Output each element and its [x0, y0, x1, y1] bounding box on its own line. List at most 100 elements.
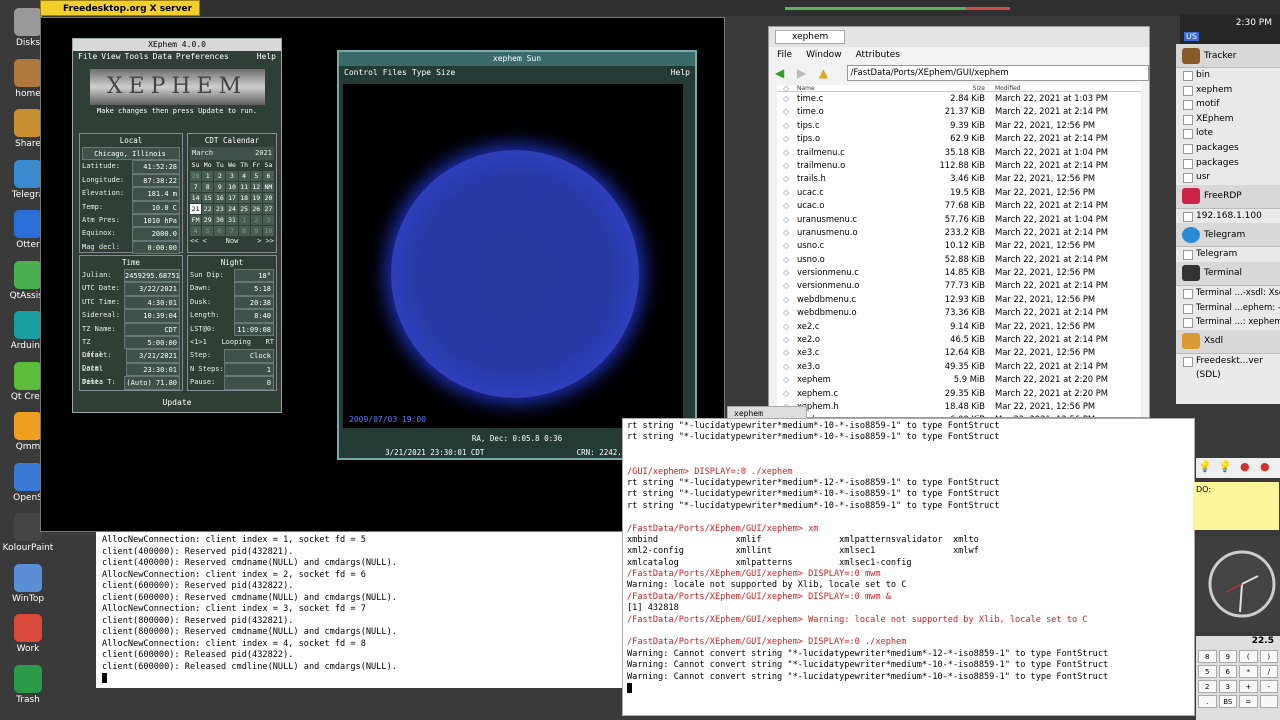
desktop-icon-wintop[interactable]: WinTop [2, 563, 54, 604]
calc-key[interactable]: . [1198, 695, 1217, 708]
calendar-day[interactable]: 18 [238, 193, 250, 204]
pause-field[interactable]: 0 [224, 376, 274, 390]
desktop-icon-trash[interactable]: Trash [2, 664, 54, 705]
calendar-day[interactable]: 27 [262, 204, 274, 215]
calendar-day[interactable]: 5 [202, 226, 214, 237]
bulb-icon[interactable]: 💡 [1218, 460, 1232, 473]
calc-key[interactable]: ( [1239, 650, 1258, 663]
file-row[interactable]: xephem.c 29.35 KiB March 22, 2021 at 2:20 … [777, 387, 1141, 401]
sun-menu-help[interactable]: Help [671, 66, 690, 80]
field-value[interactable]: 181.4 m [132, 187, 180, 201]
field-value[interactable]: (Auto) 71.80 [124, 376, 180, 390]
calendar-day[interactable]: 30 [214, 215, 226, 226]
terminal-tab[interactable]: xephem [727, 406, 807, 419]
file-row[interactable]: uranusmenu.c 57.76 KiB March 22, 2021 at 1… [777, 213, 1141, 227]
calc-key[interactable]: 3 [1218, 680, 1237, 693]
calendar-day[interactable]: 9 [250, 226, 262, 237]
xephem-menu-data[interactable]: Data [153, 51, 172, 63]
calendar-day[interactable]: 6 [214, 226, 226, 237]
field-value[interactable]: 2000.0 [132, 227, 180, 241]
calendar-day[interactable]: 8 [202, 182, 214, 193]
calc-key[interactable]: 2 [1198, 680, 1217, 693]
calendar-day[interactable]: 15 [202, 193, 214, 204]
sticky-notes[interactable]: DO: [1193, 482, 1279, 530]
calendar-day[interactable]: 29 [202, 215, 214, 226]
calendar-day[interactable]: 25 [238, 204, 250, 215]
file-row[interactable]: xe2.o 46.5 KiB March 22, 2021 at 2:14 PM [777, 333, 1141, 347]
prev-year-button[interactable]: << < [190, 237, 207, 245]
field-value[interactable]: 3/21/2021 [126, 349, 180, 363]
record-icon[interactable]: ● [1240, 460, 1250, 473]
tracker-launcher[interactable]: Tracker [1176, 44, 1280, 68]
calc-key[interactable]: + [1239, 680, 1258, 693]
back-arrow-icon[interactable]: ◀ [775, 67, 789, 79]
file-row[interactable]: trailmenu.o 112.88 KiB March 22, 2021 at 2… [777, 159, 1141, 173]
calc-key[interactable]: ) [1259, 650, 1278, 663]
fm-tab[interactable]: xephem [775, 30, 846, 44]
dock-folder-item[interactable]: lote [1176, 126, 1280, 141]
dock-terminal-item[interactable]: Terminal ...ephem: -- [1176, 301, 1280, 316]
calendar-day[interactable]: 10 [262, 226, 274, 237]
dock-folder-item[interactable]: motif [1176, 97, 1280, 112]
calendar-day[interactable]: 3 [262, 215, 274, 226]
sun-menu-size[interactable]: Size [436, 66, 455, 80]
calc-key[interactable]: 9 [1218, 650, 1237, 663]
field-value[interactable]: 10:39:04 [124, 309, 180, 323]
file-row[interactable]: ucac.c 19.5 KiB Mar 22, 2021, 12:56 PM [777, 186, 1141, 200]
calendar-day[interactable]: 21 [190, 204, 202, 215]
volume-slider[interactable] [785, 7, 965, 10]
calendar-day[interactable]: 10 [226, 182, 238, 193]
clock[interactable]: 2:30 PM [1236, 18, 1272, 28]
field-value[interactable]: 2459295.68751 [124, 269, 180, 283]
field-value[interactable]: 41:52:28 [132, 160, 180, 174]
field-value[interactable]: 20:38 [234, 295, 274, 310]
field-value[interactable]: 5:18 [234, 282, 274, 296]
calendar-day[interactable]: FM [190, 215, 202, 226]
calendar-day[interactable]: 2 [214, 171, 226, 182]
xserver-taskbar-button[interactable]: Freedesktop.org X server (SDL) [40, 0, 200, 30]
calendar-day[interactable]: 22 [202, 204, 214, 215]
calc-key[interactable]: BS [1218, 695, 1237, 708]
file-row[interactable]: uranusmenu.o 233.2 KiB March 22, 2021 at 2… [777, 226, 1141, 240]
field-value[interactable]: 11:09:08 [234, 322, 274, 336]
calendar-day[interactable]: NM [262, 182, 274, 193]
calendar-day[interactable]: 23 [214, 204, 226, 215]
file-row[interactable]: trails.h 3.46 KiB Mar 22, 2021, 12:56 PM [777, 172, 1141, 186]
file-row[interactable]: xe2.c 9.14 KiB Mar 22, 2021, 12:56 PM [777, 320, 1141, 334]
calendar-day[interactable]: 7 [190, 182, 202, 193]
calendar-day[interactable]: 5 [250, 171, 262, 182]
field-value[interactable]: 4:30:01 [124, 295, 180, 310]
calc-key[interactable]: * [1239, 665, 1258, 678]
calendar-day[interactable]: 28 [190, 171, 202, 182]
calc-key[interactable]: / [1259, 665, 1278, 678]
calendar-day[interactable]: 1 [202, 171, 214, 182]
file-row[interactable]: usno.c 10.12 KiB Mar 22, 2021, 12:56 PM [777, 239, 1141, 253]
update-button[interactable]: Update [75, 396, 279, 410]
file-row[interactable]: xe3.o 49.35 KiB March 22, 2021 at 2:14 PM [777, 360, 1141, 374]
next-year-button[interactable]: > >> [257, 237, 274, 245]
xephem-menu-preferences[interactable]: Preferences [176, 51, 229, 63]
calc-key[interactable] [1259, 695, 1278, 708]
xephem-menu-file[interactable]: File [78, 51, 97, 63]
calc-key[interactable]: 6 [1218, 665, 1237, 678]
dock-folder-item[interactable]: XEphem [1176, 112, 1280, 127]
calendar-day[interactable]: 6 [262, 171, 274, 182]
field-value[interactable]: 8:40 [234, 309, 274, 323]
calendar-day[interactable]: 31 [226, 215, 238, 226]
fm-menu-attributes[interactable]: Attributes [856, 50, 900, 60]
file-row[interactable]: versionmenu.c 14.85 KiB Mar 22, 2021, 12:5… [777, 266, 1141, 280]
calendar-day[interactable]: 4 [190, 226, 202, 237]
calendar-day[interactable]: 2 [250, 215, 262, 226]
file-row[interactable]: time.c 2.84 KiB March 22, 2021 at 1:03 PM [777, 92, 1141, 106]
xephem-menu-help[interactable]: Help [257, 51, 276, 63]
file-row[interactable]: versionmenu.o 77.73 KiB March 22, 2021 at … [777, 279, 1141, 293]
calc-key[interactable]: 8 [1198, 650, 1217, 663]
xsdl-item[interactable]: Freedeskt...ver (SDL) [1176, 354, 1280, 380]
field-value[interactable]: 23:30:01 [126, 362, 180, 377]
desktop-icon-work[interactable]: Work [2, 614, 54, 654]
file-row[interactable]: xephem 5.9 MiB March 22, 2021 at 2:20 PM [777, 373, 1141, 387]
dock-folder-item[interactable]: bin [1176, 68, 1280, 83]
file-row[interactable]: webdbmenu.c 12.93 KiB Mar 22, 2021, 12:56 … [777, 293, 1141, 307]
field-value[interactable]: 0:00:00 [132, 240, 180, 255]
now-button[interactable]: Now [226, 237, 239, 245]
